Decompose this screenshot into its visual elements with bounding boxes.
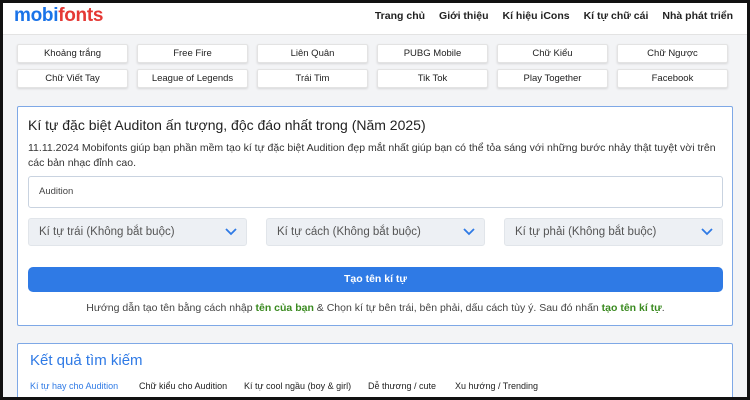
category-khoang-trang[interactable]: Khoảng trắng <box>17 44 128 63</box>
category-free-fire[interactable]: Free Fire <box>137 44 248 63</box>
logo-part-fonts: fonts <box>58 5 104 26</box>
active-tab-indicator <box>30 397 130 399</box>
category-lien-quan[interactable]: Liên Quân <box>257 44 368 63</box>
tab-cute[interactable]: Dễ thương / cute <box>368 381 436 391</box>
chevron-down-icon <box>463 228 475 236</box>
generate-name-button[interactable]: Tạo tên kí tự <box>28 267 723 292</box>
results-title: Kết quả tìm kiếm <box>30 352 143 369</box>
category-play-together[interactable]: Play Together <box>497 69 608 88</box>
generator-description: 11.11.2024 Mobifonts giúp bạn phần mềm t… <box>28 142 716 169</box>
category-trai-tim[interactable]: Trái Tim <box>257 69 368 88</box>
category-league-of-legends[interactable]: League of Legends <box>137 69 248 88</box>
left-char-select[interactable]: Kí tự trái (Không bắt buộc) <box>28 218 247 246</box>
guide-text-3: . <box>661 302 665 314</box>
guide-text-2: & Chọn kí tự bên trái, bên phải, dấu các… <box>313 302 602 314</box>
tab-trending[interactable]: Xu hướng / Trending <box>455 381 538 391</box>
logo-part-mobi: mobi <box>14 5 59 26</box>
generator-card: Kí tự đặc biệt Auditon ấn tượng, độc đáo… <box>17 106 733 326</box>
guide-highlight-create: tạo tên kí tự <box>601 302 662 314</box>
space-char-select-label: Kí tự cách (Không bắt buộc) <box>277 226 421 238</box>
site-header: mobifonts Trang chủ Giới thiệu Kí hiệu i… <box>3 3 747 35</box>
page-frame: mobifonts Trang chủ Giới thiệu Kí hiệu i… <box>0 0 750 400</box>
space-char-select[interactable]: Kí tự cách (Không bắt buộc) <box>266 218 485 246</box>
category-grid: Khoảng trắng Free Fire Liên Quân PUBG Mo… <box>17 44 733 88</box>
category-chu-viet-tay[interactable]: Chữ Viết Tay <box>17 69 128 88</box>
guide-highlight-name: tên của bạn <box>255 302 314 314</box>
results-tabs: Kí tự hay cho Audition Chữ kiểu cho Audi… <box>18 378 732 399</box>
nav-about[interactable]: Giới thiệu <box>439 10 488 22</box>
tab-audition-fonts[interactable]: Chữ kiểu cho Audition <box>139 381 227 391</box>
right-char-select-label: Kí tự phải (Không bắt buộc) <box>515 226 657 238</box>
chevron-down-icon <box>225 228 237 236</box>
category-tik-tok[interactable]: Tik Tok <box>377 69 488 88</box>
category-pubg-mobile[interactable]: PUBG Mobile <box>377 44 488 63</box>
category-chu-nguoc[interactable]: Chữ Ngược <box>617 44 728 63</box>
generator-title: Kí tự đặc biệt Auditon ấn tượng, độc đáo… <box>28 117 426 133</box>
nav-home[interactable]: Trang chủ <box>375 10 425 22</box>
main-nav: Trang chủ Giới thiệu Kí hiệu iCons Kí tự… <box>375 10 733 22</box>
right-char-select[interactable]: Kí tự phải (Không bắt buộc) <box>504 218 723 246</box>
left-char-select-label: Kí tự trái (Không bắt buộc) <box>39 226 175 238</box>
nav-icons[interactable]: Kí hiệu iCons <box>503 10 570 22</box>
chevron-down-icon <box>701 228 713 236</box>
tab-cool-symbols[interactable]: Kí tự cool ngầu (boy & girl) <box>244 381 351 391</box>
category-facebook[interactable]: Facebook <box>617 69 728 88</box>
site-logo[interactable]: mobifonts <box>14 5 103 27</box>
tab-audition-symbols[interactable]: Kí tự hay cho Audition <box>30 381 118 391</box>
results-card: Kết quả tìm kiếm Kí tự hay cho Audition … <box>17 343 733 399</box>
name-input[interactable]: Audition <box>28 176 723 208</box>
nav-letters[interactable]: Kí tự chữ cái <box>584 10 649 22</box>
category-chu-kieu[interactable]: Chữ Kiểu <box>497 44 608 63</box>
usage-guide: Hướng dẫn tạo tên bằng cách nhập tên của… <box>28 302 723 314</box>
guide-text-1: Hướng dẫn tạo tên bằng cách nhập <box>86 302 256 314</box>
nav-developer[interactable]: Nhà phát triển <box>662 10 733 22</box>
